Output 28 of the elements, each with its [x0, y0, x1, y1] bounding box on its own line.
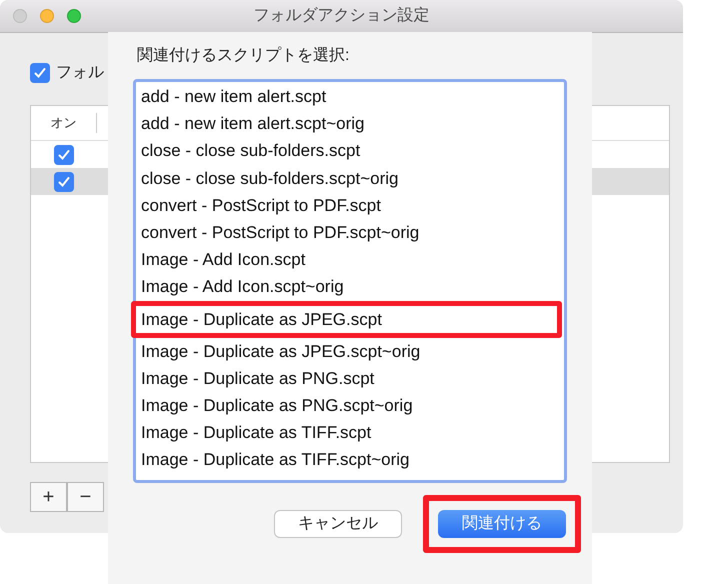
- script-item[interactable]: add - new item alert.scpt~orig: [141, 110, 559, 138]
- script-item[interactable]: Image - Duplicate as TIFF.scpt: [141, 419, 559, 446]
- zoom-button[interactable]: [67, 9, 81, 23]
- window-title: フォルダアクション設定: [254, 6, 430, 26]
- script-item[interactable]: Image - Add Icon.scpt~orig: [141, 273, 559, 300]
- script-item[interactable]: Image - Duplicate as JPEG.scpt: [141, 306, 557, 333]
- script-item[interactable]: Image - Duplicate as PNG.scpt: [141, 364, 559, 392]
- script-item[interactable]: Image - Duplicate as JPEG.scpt~orig: [141, 338, 559, 365]
- row-checkbox[interactable]: [54, 172, 74, 192]
- check-icon: [33, 66, 47, 80]
- script-item[interactable]: convert - PostScript to PDF.scpt: [141, 192, 559, 219]
- script-item[interactable]: close - close sub-folders.scpt~orig: [141, 164, 559, 192]
- script-item[interactable]: Image - Duplicate as PNG.scpt~orig: [141, 392, 559, 420]
- cancel-button[interactable]: キャンセル: [274, 510, 402, 538]
- script-item[interactable]: close - close sub-folders.scpt: [141, 137, 559, 165]
- checkbox-label: フォル: [56, 63, 104, 83]
- script-item[interactable]: Image - Duplicate as TIFF.scpt~orig: [141, 446, 559, 474]
- prompt-label: 関連付けるスクリプトを選択:: [137, 46, 350, 64]
- script-item[interactable]: add - new item alert.scpt: [141, 83, 559, 110]
- check-icon: [57, 174, 71, 188]
- script-item[interactable]: convert - PostScript to PDF.scpt~orig: [141, 218, 559, 246]
- row-checkbox[interactable]: [54, 144, 74, 164]
- remove-button[interactable]: −: [67, 482, 104, 512]
- column-header[interactable]: オン: [31, 113, 97, 133]
- enable-checkbox[interactable]: [30, 63, 50, 83]
- check-icon: [57, 148, 71, 162]
- add-button[interactable]: +: [30, 482, 67, 512]
- script-item[interactable]: Image - Add Icon.scpt: [141, 246, 559, 274]
